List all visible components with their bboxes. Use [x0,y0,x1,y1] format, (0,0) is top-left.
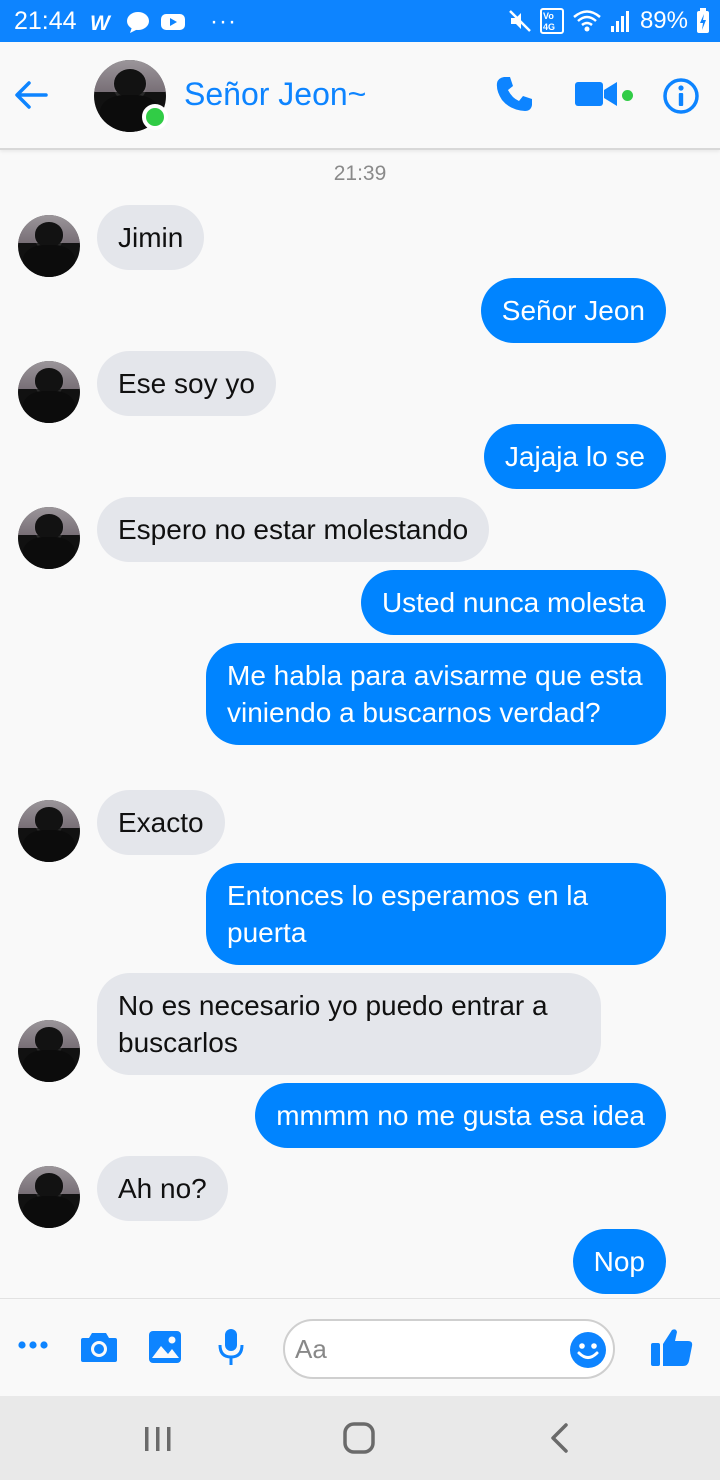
incoming-message[interactable]: Ah no? [97,1156,228,1221]
incoming-message[interactable]: Espero no estar molestando [97,497,490,562]
image-icon[interactable] [148,1330,182,1364]
svg-text:W: W [90,12,112,33]
chat-bubble-icon [127,12,149,33]
conversation-header: Señor Jeon~ [0,42,720,150]
contact-avatar[interactable] [94,60,168,132]
outgoing-message[interactable]: Entonces lo esperamos en la puerta [206,863,666,965]
overflow-dots: ··· [210,8,237,35]
recent-apps-icon[interactable] [143,1426,173,1452]
signal-icon [610,11,629,32]
battery-percent: 89% [639,7,688,34]
phone-icon[interactable] [494,74,534,114]
message-input[interactable] [295,1329,565,1369]
home-icon[interactable] [342,1422,376,1454]
more-icon[interactable] [18,1339,48,1351]
camera-icon[interactable] [80,1331,118,1363]
info-icon[interactable] [662,77,700,115]
back-arrow-icon[interactable] [12,76,50,114]
volte-4g-icon: Vo4G [539,8,564,34]
outgoing-message[interactable]: Nop [572,1229,666,1294]
message-timestamp: 21:39 [333,162,387,185]
incoming-message[interactable]: Ese soy yo [97,351,276,416]
mute-icon [509,10,531,32]
microphone-icon[interactable] [217,1328,245,1366]
emoji-icon[interactable] [569,1331,607,1369]
youtube-icon [161,14,185,30]
outgoing-message[interactable]: Me habla para avisarme que esta viniendo… [206,643,666,745]
outgoing-message[interactable]: mmmm no me gusta esa idea [255,1083,666,1148]
battery-charging-icon [697,8,709,33]
sender-avatar[interactable] [18,1166,80,1228]
incoming-message[interactable]: Jimin [97,205,205,270]
notification-icons: W ··· [90,8,237,36]
thumbs-up-icon[interactable] [650,1327,694,1367]
system-nav-bar [0,1396,720,1480]
message-composer [0,1298,720,1396]
sender-avatar[interactable] [18,1020,80,1082]
message-list[interactable]: 21:39 Jimin Señor Jeon Ese soy yo Jajaja… [0,150,720,1296]
status-time: 21:44 [14,7,77,35]
w-icon: W [90,12,112,33]
video-online-dot [622,90,633,101]
sender-avatar[interactable] [18,215,80,277]
sender-avatar[interactable] [18,800,80,862]
outgoing-message[interactable]: Señor Jeon [480,278,666,343]
outgoing-message[interactable]: Usted nunca molesta [360,570,666,635]
svg-text:4G: 4G [543,22,555,32]
online-indicator [142,104,168,130]
system-status-icons: Vo 4G 89% [508,7,710,35]
back-icon[interactable] [548,1422,572,1454]
video-camera-icon[interactable] [574,76,618,112]
wifi-icon [573,10,601,32]
incoming-message[interactable]: Exacto [97,790,225,855]
sender-avatar[interactable] [18,507,80,569]
contact-name[interactable]: Señor Jeon~ [184,76,366,113]
svg-text:Vo: Vo [543,11,554,21]
outgoing-message[interactable]: Jajaja lo se [483,424,666,489]
message-input-box[interactable] [283,1319,615,1379]
incoming-message[interactable]: No es necesario yo puedo entrar a buscar… [97,973,601,1075]
sender-avatar[interactable] [18,361,80,423]
status-bar: 21:44 W ··· Vo 4G 89% [0,0,720,42]
